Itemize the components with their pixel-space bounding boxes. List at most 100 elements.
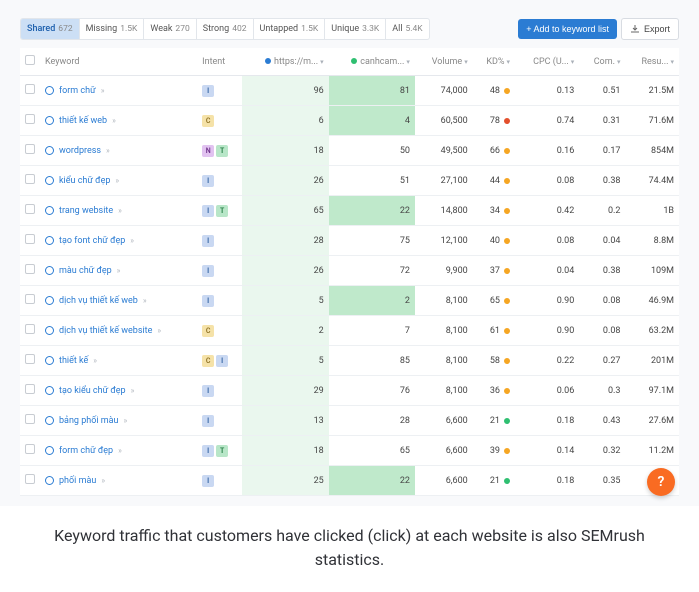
row-checkbox[interactable] [25, 444, 35, 454]
caption-text: Keyword traffic that customers have clic… [0, 506, 699, 592]
col-site2[interactable]: canhcam...▾ [329, 48, 415, 76]
pos-site1: 5 [242, 346, 328, 376]
keyword-link[interactable]: bảng phối màu » [45, 416, 192, 426]
keyword-text: màu chữ đẹp [59, 266, 112, 276]
keyword-link[interactable]: thiết kế » [45, 356, 192, 366]
tab-missing[interactable]: Missing1.5K [80, 19, 145, 39]
col-cpc[interactable]: CPC (U...▾ [515, 48, 579, 76]
col-keyword[interactable]: Keyword [40, 48, 197, 76]
export-button[interactable]: Export [621, 18, 679, 40]
tab-untapped[interactable]: Untapped1.5K [254, 19, 326, 39]
kd-cell: 48 [473, 76, 515, 106]
table-row: kiểu chữ đẹp »I265127,10044 0.080.3874.4… [20, 166, 679, 196]
com-cell: 0.2 [579, 196, 625, 226]
keyword-text: wordpress [59, 146, 101, 156]
tab-all[interactable]: All5.4K [386, 19, 428, 39]
tool-panel: Shared672Missing1.5KWeak270Strong402Unta… [0, 0, 699, 506]
pos-site1: 6 [242, 106, 328, 136]
intent-badges: IT [202, 445, 237, 457]
keyword-link[interactable]: trang website » [45, 206, 192, 216]
tab-label: Weak [150, 24, 172, 34]
pos-site1: 5 [242, 286, 328, 316]
results-cell: 74.4M [625, 166, 679, 196]
keyword-link[interactable]: form chữ » [45, 86, 192, 96]
volume-cell: 49,500 [415, 136, 473, 166]
intent-badge-i: I [202, 265, 214, 277]
keyword-link[interactable]: phối màu » [45, 476, 192, 486]
row-checkbox[interactable] [25, 324, 35, 334]
keyword-text: kiểu chữ đẹp [59, 176, 110, 186]
tab-weak[interactable]: Weak270 [144, 19, 196, 39]
pos-site2: 28 [329, 406, 415, 436]
col-intent[interactable]: Intent [197, 48, 242, 76]
tab-shared[interactable]: Shared672 [21, 19, 80, 39]
row-checkbox[interactable] [25, 144, 35, 154]
intent-badges: I [202, 85, 237, 97]
intent-badge-t: T [216, 145, 228, 157]
keyword-link[interactable]: wordpress » [45, 146, 192, 156]
intent-badge-n: N [202, 145, 214, 157]
col-results[interactable]: Resu...▾ [625, 48, 679, 76]
table-row: bảng phối màu »I13286,60021 0.180.4327.6… [20, 406, 679, 436]
tab-count: 672 [58, 24, 72, 34]
pos-site2: 81 [329, 76, 415, 106]
intent-badges: C [202, 325, 237, 337]
keyword-text: thiết kế web [59, 116, 107, 126]
add-to-keyword-list-button[interactable]: + Add to keyword list [518, 19, 617, 39]
com-cell: 0.38 [579, 166, 625, 196]
pos-site2: 85 [329, 346, 415, 376]
row-checkbox[interactable] [25, 264, 35, 274]
tab-strong[interactable]: Strong402 [197, 19, 254, 39]
tab-count: 1.5K [120, 24, 137, 34]
pos-site2: 75 [329, 226, 415, 256]
keyword-link[interactable]: dịch vụ thiết kế web » [45, 296, 192, 306]
row-checkbox[interactable] [25, 204, 35, 214]
pos-site1: 26 [242, 256, 328, 286]
serp-icon [45, 446, 54, 455]
intent-badge-i: I [202, 445, 214, 457]
chevron-icon: » [157, 326, 160, 335]
table-row: wordpress »NT185049,50066 0.160.17854M [20, 136, 679, 166]
tab-count: 1.5K [301, 24, 318, 34]
kd-cell: 21 [473, 406, 515, 436]
table-row: trang website »IT652214,80034 0.420.21B [20, 196, 679, 226]
pos-site1: 18 [242, 136, 328, 166]
kd-cell: 21 [473, 466, 515, 496]
row-checkbox[interactable] [25, 114, 35, 124]
intent-badges: I [202, 175, 237, 187]
row-checkbox[interactable] [25, 354, 35, 364]
col-site1[interactable]: https://m...▾ [242, 48, 328, 76]
keyword-text: tạo font chữ đẹp [59, 236, 125, 246]
select-all-checkbox[interactable] [25, 55, 35, 65]
kd-cell: 78 [473, 106, 515, 136]
com-cell: 0.43 [579, 406, 625, 436]
help-fab[interactable]: ? [647, 468, 675, 496]
row-checkbox[interactable] [25, 384, 35, 394]
keyword-link[interactable]: tạo font chữ đẹp » [45, 236, 192, 246]
keyword-link[interactable]: kiểu chữ đẹp » [45, 176, 192, 186]
keyword-link[interactable]: thiết kế web » [45, 116, 192, 126]
row-checkbox[interactable] [25, 294, 35, 304]
intent-badge-i: I [202, 205, 214, 217]
cpc-cell: 0.16 [515, 136, 579, 166]
keyword-link[interactable]: tạo kiểu chữ đẹp » [45, 386, 192, 396]
col-com[interactable]: Com.▾ [579, 48, 625, 76]
volume-cell: 8,100 [415, 376, 473, 406]
col-volume[interactable]: Volume▾ [415, 48, 473, 76]
col-kd[interactable]: KD%▾ [473, 48, 515, 76]
row-checkbox[interactable] [25, 174, 35, 184]
pos-site2: 2 [329, 286, 415, 316]
volume-cell: 14,800 [415, 196, 473, 226]
keyword-link[interactable]: dịch vụ thiết kế website » [45, 326, 192, 336]
row-checkbox[interactable] [25, 234, 35, 244]
filter-tabs: Shared672Missing1.5KWeak270Strong402Unta… [20, 18, 430, 40]
pos-site1: 29 [242, 376, 328, 406]
tab-unique[interactable]: Unique3.3K [325, 19, 386, 39]
row-checkbox[interactable] [25, 84, 35, 94]
keyword-link[interactable]: màu chữ đẹp » [45, 266, 192, 276]
kd-dot-icon [504, 268, 510, 274]
serp-icon [45, 386, 54, 395]
keyword-link[interactable]: form chữ đẹp » [45, 446, 192, 456]
row-checkbox[interactable] [25, 474, 35, 484]
row-checkbox[interactable] [25, 414, 35, 424]
